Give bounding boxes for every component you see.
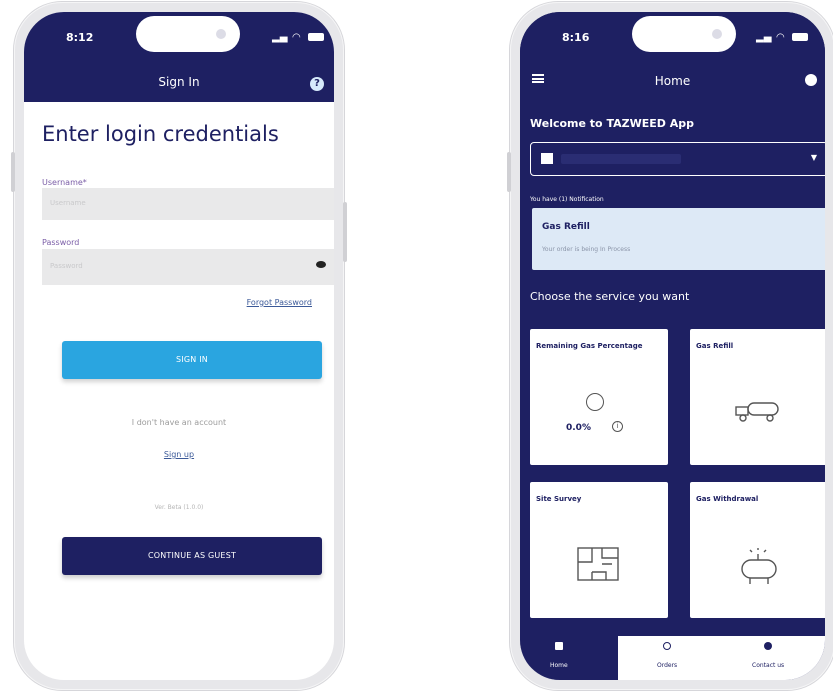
status-time: 8:16 xyxy=(562,31,590,44)
tile-gas-refill[interactable]: Gas Refill xyxy=(690,329,825,465)
username-placeholder: Username xyxy=(50,199,86,207)
camera-icon xyxy=(712,29,722,39)
signal-icon: ▂▄ xyxy=(272,32,288,43)
continue-as-guest-button[interactable]: CONTINUE AS GUEST xyxy=(62,537,322,575)
nav-orders-label: Orders xyxy=(657,662,678,669)
password-field[interactable]: Password xyxy=(42,249,334,285)
home-screen: 8:16 ▂▄ ◠ Home Welcome to TAZWEED App ▼ … xyxy=(520,12,825,680)
forgot-password-link[interactable]: Forgot Password xyxy=(247,298,312,307)
nav-orders[interactable]: Orders xyxy=(657,642,677,669)
phone-side-button xyxy=(343,202,347,262)
nav-home[interactable]: Home xyxy=(550,642,568,669)
password-label: Password xyxy=(42,238,80,247)
contact-icon xyxy=(764,642,773,650)
phone-side-button xyxy=(11,152,15,192)
help-icon[interactable]: ? xyxy=(310,77,324,91)
redacted-site-name xyxy=(561,154,681,164)
sign-up-link[interactable]: Sign up xyxy=(24,450,334,459)
phone-sign-in: 8:12 ▂▄ ◠ Sign In ? Enter login credenti… xyxy=(11,2,347,690)
signal-icon: ▂▄ xyxy=(756,32,772,43)
home-icon xyxy=(554,642,563,650)
app-bar-title: Home xyxy=(654,74,691,88)
version-text: Ver. Beta (1.0.0) xyxy=(154,504,204,511)
notification-message: Your order is being In Process xyxy=(542,246,631,253)
no-account-text: I don't have an account xyxy=(131,418,227,427)
truck-icon xyxy=(735,402,779,422)
map-icon xyxy=(577,547,619,581)
app-bar: Sign In ? xyxy=(24,60,334,102)
eye-icon[interactable] xyxy=(316,261,326,268)
tile-label: Gas Withdrawal xyxy=(696,495,759,503)
username-label: Username* xyxy=(42,178,87,187)
gauge-icon xyxy=(586,393,604,411)
phone-home: 8:16 ▂▄ ◠ Home Welcome to TAZWEED App ▼ … xyxy=(507,2,833,690)
nav-contact[interactable]: Contact us xyxy=(752,642,784,669)
password-placeholder: Password xyxy=(50,262,83,270)
tile-label: Gas Refill xyxy=(696,342,734,350)
account-icon[interactable] xyxy=(805,74,817,86)
wifi-icon: ◠ xyxy=(776,32,785,43)
nav-home-label: Home xyxy=(550,662,568,669)
tile-label: Site Survey xyxy=(536,495,582,503)
dynamic-island xyxy=(136,16,240,52)
sign-in-screen: 8:12 ▂▄ ◠ Sign In ? Enter login credenti… xyxy=(24,12,334,680)
tile-remaining-gas[interactable]: Remaining Gas Percentage 0.0% i xyxy=(530,329,668,465)
sign-in-button[interactable]: SIGN IN xyxy=(62,341,322,379)
battery-icon xyxy=(308,33,324,41)
wifi-icon: ◠ xyxy=(292,32,301,43)
username-field[interactable]: Username xyxy=(42,188,334,220)
status-bar: 8:12 ▂▄ ◠ xyxy=(24,12,334,60)
notification-title: Gas Refill xyxy=(542,222,590,232)
notification-count: You have (1) Notification xyxy=(530,196,604,203)
info-icon[interactable]: i xyxy=(612,421,623,432)
notification-card[interactable]: Gas Refill Your order is being In Proces… xyxy=(532,208,825,270)
site-select-dropdown[interactable]: ▼ xyxy=(530,142,825,176)
nav-contact-label: Contact us xyxy=(752,662,785,669)
status-bar: 8:16 ▂▄ ◠ xyxy=(520,12,825,60)
tank-icon xyxy=(741,548,777,584)
tile-gas-withdrawal[interactable]: Gas Withdrawal xyxy=(690,482,825,618)
welcome-heading: Welcome to TAZWEED App xyxy=(530,117,694,130)
gas-percentage-value: 0.0% xyxy=(566,423,591,433)
building-icon xyxy=(541,153,553,164)
section-heading: Choose the service you want xyxy=(530,290,690,303)
status-time: 8:12 xyxy=(66,31,94,44)
bottom-nav: Home Orders Contact us xyxy=(520,636,825,680)
camera-icon xyxy=(216,29,226,39)
mockup-stage: 8:12 ▂▄ ◠ Sign In ? Enter login credenti… xyxy=(0,0,833,693)
nav-home-highlight xyxy=(520,636,618,680)
tile-label: Remaining Gas Percentage xyxy=(536,342,643,350)
phone-side-button xyxy=(507,152,511,192)
orders-icon xyxy=(663,642,672,650)
chevron-down-icon: ▼ xyxy=(810,153,817,162)
battery-icon xyxy=(792,33,808,41)
page-title: Enter login credentials xyxy=(42,122,279,146)
tile-site-survey[interactable]: Site Survey xyxy=(530,482,668,618)
app-bar-title: Sign In xyxy=(158,75,200,89)
app-bar: Home xyxy=(520,60,825,100)
dynamic-island xyxy=(632,16,736,52)
